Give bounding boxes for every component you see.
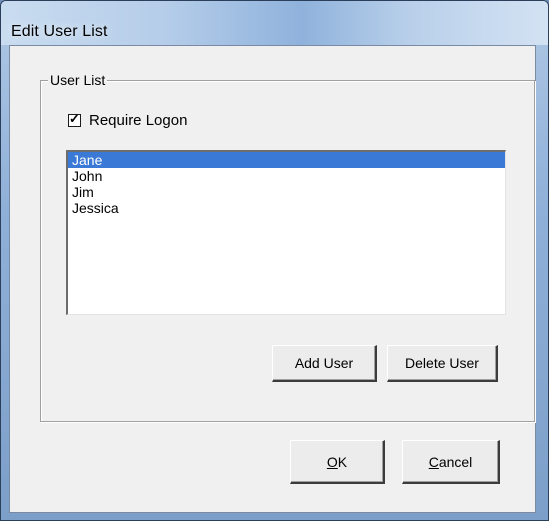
checkmark-icon: ✓ xyxy=(69,111,80,126)
delete-user-button[interactable]: Delete User xyxy=(387,345,498,382)
window-title: Edit User List xyxy=(11,23,108,40)
require-logon-label: Require Logon xyxy=(89,112,188,129)
dialog-client-area: User List ✓ Require Logon Jane John Jim … xyxy=(9,45,536,513)
title-bar[interactable]: Edit User List xyxy=(1,1,548,45)
groupbox-label: User List xyxy=(48,72,108,88)
list-item-user[interactable]: John xyxy=(68,168,505,184)
edit-user-list-window: Edit User List User List ✓ Require Logon… xyxy=(0,0,549,521)
require-logon-checkbox[interactable]: ✓ xyxy=(68,111,81,127)
ok-button[interactable]: OK xyxy=(290,440,385,484)
cancel-mnemonic: C xyxy=(428,453,439,470)
ok-label-rest: K xyxy=(337,453,348,470)
list-item-user[interactable]: Jim xyxy=(68,184,505,200)
require-logon-checkbox-row[interactable]: ✓ Require Logon xyxy=(68,111,188,129)
cancel-button[interactable]: Cancel xyxy=(402,440,500,484)
cancel-label-rest: ancel xyxy=(438,453,473,470)
user-listbox[interactable]: Jane John Jim Jessica xyxy=(66,150,506,315)
list-item-user[interactable]: Jane xyxy=(68,152,505,168)
add-user-button[interactable]: Add User xyxy=(272,345,377,382)
ok-mnemonic: O xyxy=(326,453,338,470)
list-item-user[interactable]: Jessica xyxy=(68,200,505,216)
